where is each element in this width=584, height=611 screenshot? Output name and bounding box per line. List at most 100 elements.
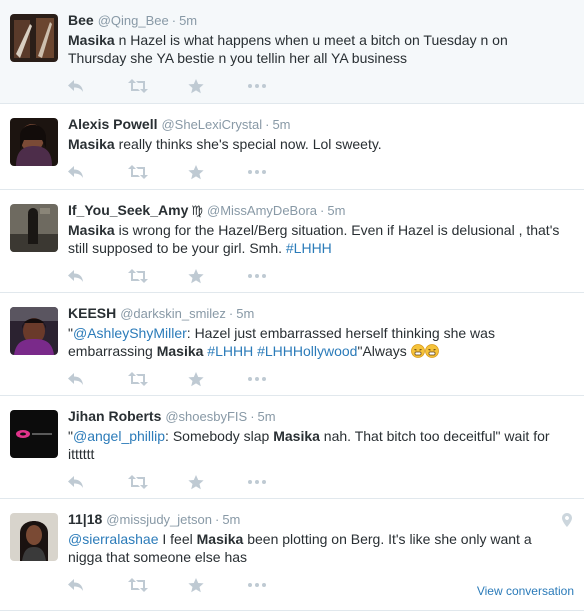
- favorite-icon[interactable]: [188, 76, 248, 96]
- tweet-feed: Bee @Qing_Bee · 5m Masika n Hazel is what h…: [0, 0, 584, 611]
- tweet[interactable]: If_You_Seek_Amy ♍ @MissAmyDeBora · 5m Masika…: [0, 190, 584, 293]
- avatar[interactable]: [10, 410, 58, 458]
- reply-icon[interactable]: [68, 162, 128, 182]
- more-icon[interactable]: [248, 76, 308, 96]
- tweet-header: KEESH @darkskin_smilez · 5m: [68, 303, 574, 323]
- view-conversation-link[interactable]: View conversation: [477, 584, 574, 598]
- retweet-icon[interactable]: [128, 266, 188, 286]
- tweet-text-fragment: really thinks she's special now. Lol swe…: [114, 136, 382, 152]
- virgo-symbol: ♍: [191, 203, 204, 218]
- retweet-icon[interactable]: [128, 162, 188, 182]
- separator: ·: [228, 306, 234, 321]
- tweet-text: Masika really thinks she's special now. …: [68, 135, 574, 153]
- favorite-icon[interactable]: [188, 162, 248, 182]
- tweet[interactable]: Bee @Qing_Bee · 5m Masika n Hazel is what h…: [0, 0, 584, 104]
- tweet-text: Masika is wrong for the Hazel/Berg situa…: [68, 221, 574, 257]
- tweet[interactable]: Jihan Roberts @shoesbyFIS · 5m "@angel_phil…: [0, 396, 584, 499]
- more-icon[interactable]: [248, 162, 308, 182]
- tweet-text-fragment: I feel: [158, 531, 197, 547]
- keyword-highlight: Masika: [273, 428, 320, 444]
- more-icon[interactable]: [248, 266, 308, 286]
- separator: ·: [320, 203, 325, 218]
- tweet-actions: [68, 463, 574, 501]
- tweet-text: @sierralashae I feel Masika been plottin…: [68, 530, 574, 566]
- tweet-text: "@AshleyShyMiller: Hazel just embarrasse…: [68, 324, 574, 360]
- hashtag-link[interactable]: #LHHHollywood: [257, 343, 357, 359]
- tweet-header: Jihan Roberts @shoesbyFIS · 5m: [68, 406, 574, 426]
- avatar[interactable]: [10, 307, 58, 355]
- separator: ·: [171, 13, 177, 28]
- keyword-highlight: Masika: [68, 32, 115, 48]
- retweet-icon[interactable]: [128, 76, 188, 96]
- keyword-highlight: Masika: [68, 136, 115, 152]
- mention-link[interactable]: @AshleyShyMiller: [73, 325, 187, 341]
- favorite-icon[interactable]: [188, 266, 248, 286]
- separator: ·: [250, 409, 255, 424]
- avatar[interactable]: [10, 118, 58, 166]
- mention-link[interactable]: @angel_phillip: [73, 428, 165, 444]
- timestamp[interactable]: 5m: [258, 409, 276, 424]
- tired-face-emoji-icon: [424, 344, 439, 358]
- reply-icon[interactable]: [68, 369, 128, 389]
- keyword-highlight: Masika: [196, 531, 244, 547]
- avatar[interactable]: [10, 204, 58, 252]
- reply-icon[interactable]: [68, 76, 128, 96]
- fullname[interactable]: Alexis Powell: [68, 116, 157, 132]
- fullname[interactable]: Jihan Roberts: [68, 408, 161, 424]
- avatar[interactable]: [10, 513, 58, 561]
- tweet[interactable]: Alexis Powell @SheLexiCrystal · 5m Masika r…: [0, 104, 584, 190]
- tired-face-emoji-icon: [410, 344, 425, 358]
- username[interactable]: @missjudy_jetson: [106, 512, 212, 527]
- tweet[interactable]: KEESH @darkskin_smilez · 5m "@AshleyShyMill…: [0, 293, 584, 396]
- timestamp[interactable]: 5m: [179, 13, 197, 28]
- separator: ·: [265, 117, 270, 132]
- retweet-icon[interactable]: [128, 575, 188, 595]
- retweet-icon[interactable]: [128, 472, 188, 492]
- timestamp[interactable]: 5m: [272, 117, 290, 132]
- favorite-icon[interactable]: [188, 369, 248, 389]
- username[interactable]: @MissAmyDeBora: [207, 203, 317, 218]
- more-icon[interactable]: [248, 472, 308, 492]
- fullname[interactable]: If_You_Seek_Amy: [68, 202, 188, 218]
- tweet-actions: [68, 67, 574, 105]
- username[interactable]: @darkskin_smilez: [120, 306, 226, 321]
- tweet-text-fragment: n Hazel is what happens when u meet a bi…: [68, 32, 508, 66]
- tweet-actions: [68, 153, 574, 191]
- favorite-icon[interactable]: [188, 575, 248, 595]
- reply-icon[interactable]: [68, 266, 128, 286]
- mention-link[interactable]: @sierralashae: [68, 531, 158, 547]
- tweet-actions: [68, 257, 574, 295]
- tweet-header: Bee @Qing_Bee · 5m: [68, 10, 574, 30]
- tweet-text: "@angel_phillip: Somebody slap Masika na…: [68, 427, 574, 463]
- keyword-highlight: Masika: [156, 343, 204, 359]
- tweet-header: 11|18 @missjudy_jetson · 5m: [68, 509, 574, 529]
- avatar[interactable]: [10, 14, 58, 62]
- tweet-header: If_You_Seek_Amy ♍ @MissAmyDeBora · 5m: [68, 200, 574, 220]
- location-pin-icon[interactable]: [562, 513, 572, 532]
- tweet-text: Masika n Hazel is what happens when u me…: [68, 31, 574, 67]
- timestamp[interactable]: 5m: [327, 203, 345, 218]
- keyword-highlight: Masika: [68, 222, 115, 238]
- timestamp[interactable]: 5m: [236, 306, 254, 321]
- more-icon[interactable]: [248, 575, 308, 595]
- fullname[interactable]: 11|18: [68, 511, 102, 527]
- hashtag-link[interactable]: #LHHH: [286, 240, 332, 256]
- separator: ·: [214, 512, 220, 527]
- hashtag-link[interactable]: #LHHH: [207, 343, 253, 359]
- retweet-icon[interactable]: [128, 369, 188, 389]
- fullname[interactable]: KEESH: [68, 305, 116, 321]
- username[interactable]: @SheLexiCrystal: [161, 117, 262, 132]
- username[interactable]: @Qing_Bee: [98, 13, 169, 28]
- tweet-text-fragment: "Always: [357, 343, 411, 359]
- tweet-text-fragment: : Somebody slap: [165, 428, 274, 444]
- timestamp[interactable]: 5m: [222, 512, 240, 527]
- more-icon[interactable]: [248, 369, 308, 389]
- fullname[interactable]: Bee: [68, 12, 94, 28]
- reply-icon[interactable]: [68, 575, 128, 595]
- tweet[interactable]: 11|18 @missjudy_jetson · 5m @sierralashae I…: [0, 499, 584, 611]
- tweet-actions: [68, 360, 574, 398]
- favorite-icon[interactable]: [188, 472, 248, 492]
- tweet-header: Alexis Powell @SheLexiCrystal · 5m: [68, 114, 574, 134]
- username[interactable]: @shoesbyFIS: [165, 409, 247, 424]
- reply-icon[interactable]: [68, 472, 128, 492]
